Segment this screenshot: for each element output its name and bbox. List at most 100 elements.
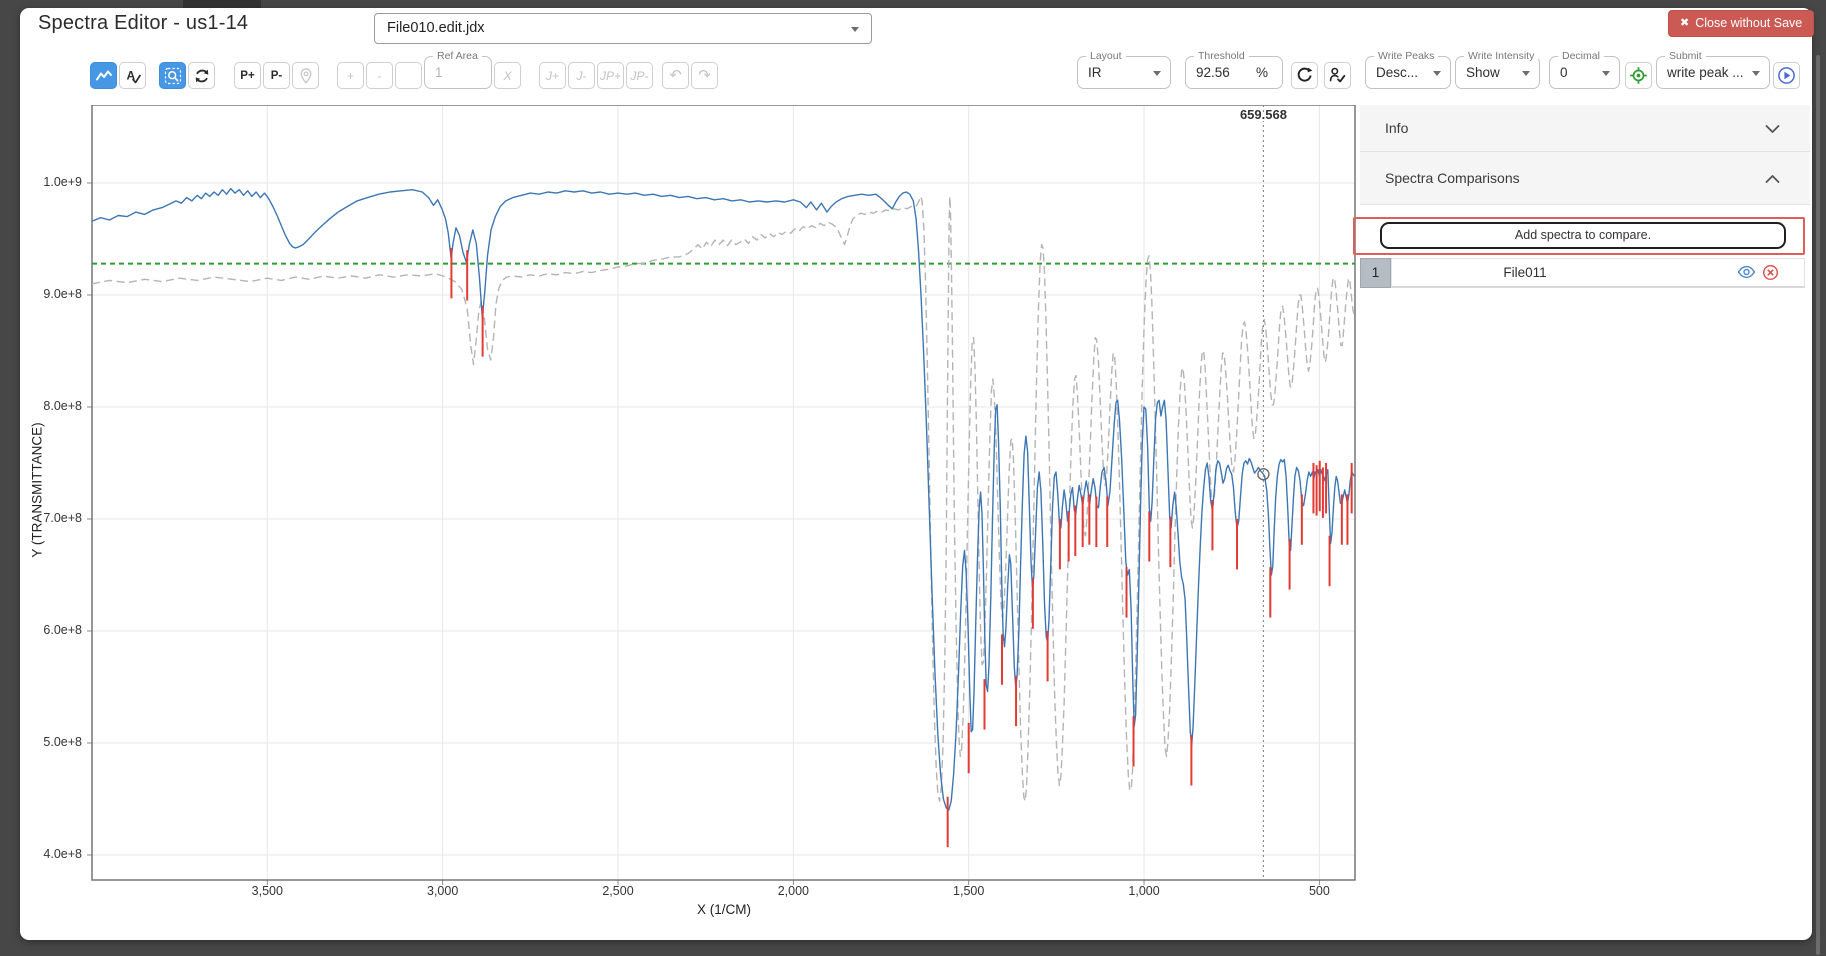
toolbar-integral-group: + - [337, 62, 422, 89]
x-button[interactable]: X [494, 62, 521, 89]
backdrop-tab [183, 0, 261, 8]
chevron-down-icon [1522, 71, 1530, 76]
eye-icon [1737, 264, 1756, 280]
target-icon [1629, 66, 1648, 85]
undo-button[interactable]: ↶ [662, 62, 689, 89]
page-scrollbar[interactable] [1816, 55, 1820, 955]
y-tick-label: 1.0e+9 [24, 175, 82, 189]
y-tick-label: 8.0e+8 [24, 399, 82, 413]
layout-select[interactable]: Layout IR [1077, 56, 1171, 89]
x-tick-label: 3,000 [411, 884, 475, 898]
person-check-icon [1328, 66, 1347, 85]
y-axis-title: Y (TRANSMITTANCE) [30, 422, 45, 557]
j-plus-button[interactable]: J+ [539, 62, 566, 89]
auto-peak-picking-button[interactable] [1324, 62, 1351, 89]
spectra-plot[interactable]: 659.568 [84, 105, 1363, 895]
y-tick-label: 5.0e+8 [24, 735, 82, 749]
toggle-visibility-button[interactable] [1737, 264, 1756, 285]
chevron-up-icon [1765, 174, 1780, 184]
toolbar-history-group: ↶ ↷ [662, 62, 718, 89]
y-tick-label: 4.0e+8 [24, 847, 82, 861]
chevron-down-icon [851, 27, 859, 32]
y-tick-label: 7.0e+8 [24, 511, 82, 525]
integral-blank-button[interactable] [395, 62, 422, 89]
write-intensity-select[interactable]: Write Intensity Show [1455, 56, 1540, 89]
decimal-value: 0 [1560, 57, 1568, 88]
x-tick-label: 2,000 [761, 884, 825, 898]
info-accordion-label: Info [1385, 105, 1408, 152]
toolbar-peaks-group: P+ P- [234, 62, 319, 89]
a-check-icon: A [124, 67, 142, 85]
comparison-row-index: 1 [1360, 258, 1391, 288]
zoom-select-button[interactable] [159, 62, 186, 89]
close-button-label: Close without Save [1695, 11, 1802, 36]
spectra-comparisons-label: Spectra Comparisons [1385, 152, 1520, 205]
reset-zoom-button[interactable] [188, 62, 215, 89]
reset-zoom-icon [193, 67, 211, 85]
submit-select[interactable]: Submit write peak ... [1656, 56, 1770, 89]
y-tick-label: 6.0e+8 [24, 623, 82, 637]
spectrum-line-mode-button[interactable] [90, 62, 117, 89]
play-icon [1777, 66, 1796, 85]
map-pin-icon [297, 67, 315, 85]
run-submit-button[interactable] [1773, 62, 1800, 89]
threshold-input[interactable]: 92.56 [1196, 57, 1230, 88]
decimal-select[interactable]: Decimal 0 [1549, 56, 1620, 89]
pin-marker-button[interactable] [292, 62, 319, 89]
undo-icon: ↶ [669, 68, 682, 83]
ref-area-field[interactable]: Ref Area 1 [424, 56, 492, 89]
integral-add-button[interactable]: + [337, 62, 364, 89]
y-tick-label: 9.0e+8 [24, 287, 82, 301]
line-chart-icon [95, 67, 113, 85]
toolbar-display-group: A [90, 62, 146, 89]
chevron-down-icon [1433, 71, 1441, 76]
close-icon: ✖ [1680, 18, 1689, 29]
toolbar-j-group: J+ J- JP+ JP- [539, 62, 653, 89]
submit-value: write peak ... [1667, 57, 1744, 88]
redo-icon: ↷ [698, 68, 711, 83]
peak-remove-button[interactable]: P- [263, 62, 290, 89]
spectra-comparisons-accordion-header[interactable]: Spectra Comparisons [1360, 152, 1810, 205]
layout-value: IR [1088, 57, 1102, 88]
toolbar-zoom-group [159, 62, 215, 89]
integral-remove-button[interactable]: - [366, 62, 393, 89]
ref-area-input[interactable]: 1 [435, 57, 443, 88]
target-position-button[interactable] [1625, 62, 1652, 89]
file-select-value: File010.edit.jdx [387, 14, 485, 43]
x-axis-title: X (1/CM) [624, 902, 824, 917]
comparison-row-name: File011 [1391, 258, 1659, 288]
threshold-unit: % [1256, 57, 1268, 88]
threshold-field[interactable]: Threshold 92.56 % [1185, 56, 1283, 89]
chevron-down-icon [1752, 71, 1760, 76]
x-tick-label: 1,000 [1112, 884, 1176, 898]
write-peaks-value: Desc... [1376, 57, 1418, 88]
chevron-down-icon [1765, 124, 1780, 134]
close-without-save-button[interactable]: ✖ Close without Save [1668, 10, 1814, 37]
x-tick-label: 500 [1287, 884, 1351, 898]
zoom-select-icon [164, 67, 182, 85]
chevron-down-icon [1602, 71, 1610, 76]
peak-add-button[interactable]: P+ [234, 62, 261, 89]
svg-text:659.568: 659.568 [1240, 107, 1287, 122]
refresh-icon [1295, 66, 1314, 85]
write-peaks-select[interactable]: Write Peaks Desc... [1365, 56, 1451, 89]
refresh-threshold-button[interactable] [1291, 62, 1318, 89]
write-intensity-value: Show [1466, 57, 1500, 88]
auto-assign-button[interactable]: A [119, 62, 146, 89]
redo-button[interactable]: ↷ [691, 62, 718, 89]
x-tick-label: 1,500 [937, 884, 1001, 898]
x-tick-label: 2,500 [586, 884, 650, 898]
x-circle-icon [1762, 264, 1779, 281]
jp-plus-button[interactable]: JP+ [597, 62, 624, 89]
remove-comparison-button[interactable] [1762, 264, 1779, 286]
toolbar-x-group: X [494, 62, 521, 89]
j-minus-button[interactable]: J- [568, 62, 595, 89]
jp-minus-button[interactable]: JP- [626, 62, 653, 89]
add-spectra-button[interactable]: Add spectra to compare. [1380, 222, 1786, 249]
page-title: Spectra Editor - us1-14 [38, 12, 248, 35]
chevron-down-icon [1153, 71, 1161, 76]
x-tick-label: 3,500 [235, 884, 299, 898]
info-accordion-header[interactable]: Info [1360, 105, 1810, 152]
file-select[interactable]: File010.edit.jdx [374, 13, 872, 44]
spectra-editor-window: Spectra Editor - us1-14 File010.edit.jdx… [0, 0, 1826, 956]
